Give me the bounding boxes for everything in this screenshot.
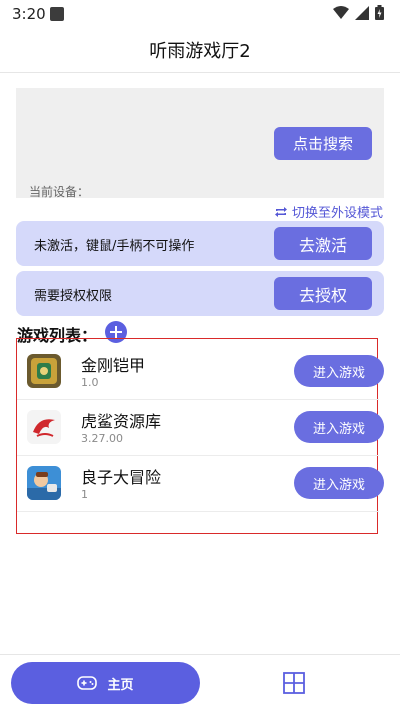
page-title: 听雨游戏厅2 [149,41,251,62]
enter-game-button[interactable]: 进入游戏 [294,355,384,387]
game-version: 1.0 [81,376,99,389]
game-version: 1 [81,488,88,501]
enter-game-button[interactable]: 进入游戏 [294,411,384,443]
enter-game-button[interactable]: 进入游戏 [294,467,384,499]
wifi-icon [333,5,349,19]
status-time: 3:20 [12,5,46,23]
search-button[interactable]: 点击搜索 [274,127,372,160]
activation-status-text: 未激活，键鼠/手柄不可操作 [34,239,195,254]
tab-home-label: 主页 [107,677,134,693]
game-icon-armor [27,354,61,388]
game-name: 良子大冒险 [81,468,162,487]
android-app-icon [50,7,64,21]
plus-icon [110,326,122,338]
status-icons [333,5,384,20]
battery-icon [375,5,384,20]
authorize-button[interactable]: 去授权 [274,277,372,310]
game-icon-shark [27,410,61,444]
tab-home[interactable]: 主页 [11,662,200,704]
signal-icon [355,5,369,20]
repeat-icon [274,206,287,217]
game-name: 金刚铠甲 [81,356,146,375]
switch-mode-link[interactable]: 切换至外设模式 [274,202,383,221]
grid-icon [283,672,305,694]
game-icon-adventure [27,466,61,500]
game-version: 3.27.00 [81,432,123,445]
authorization-text: 需要授权权限 [34,289,113,304]
current-device-label: 当前设备： [29,185,90,199]
tab-grid[interactable] [283,672,305,694]
switch-mode-label: 切换至外设模式 [291,206,383,221]
game-name: 虎鲨资源库 [81,412,162,431]
activate-button[interactable]: 去激活 [274,227,372,260]
gamepad-icon [77,676,98,690]
